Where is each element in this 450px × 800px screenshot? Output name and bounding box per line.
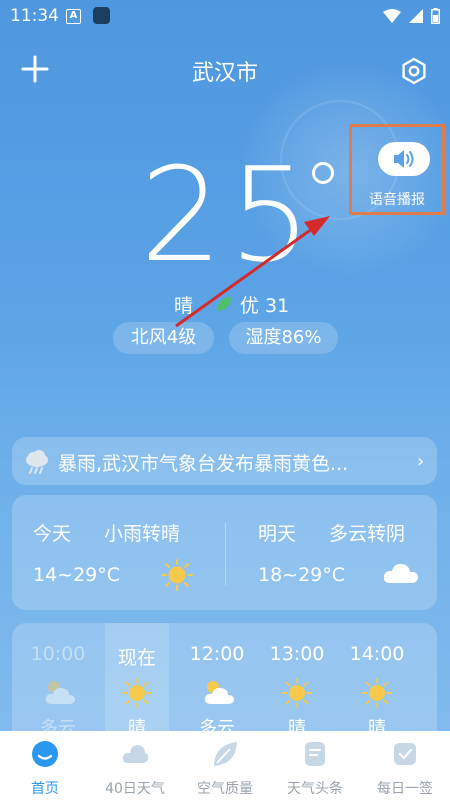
nav-label: 天气头条: [287, 781, 343, 797]
today-label: 今天: [33, 523, 72, 545]
tomorrow-label: 明天: [258, 523, 297, 545]
degree-symbol: [312, 162, 334, 184]
home-icon: [32, 741, 58, 767]
news-icon: [305, 742, 325, 766]
nav-label: 首页: [31, 781, 59, 797]
chevron-right-icon: ›: [417, 451, 425, 472]
air-quality-index[interactable]: 优 31: [240, 291, 289, 318]
signal-icon: [409, 9, 423, 23]
partly-cloudy-icon: [204, 681, 234, 704]
today-range: 14~29°C: [33, 564, 121, 586]
nav-item-daily-card[interactable]: 每日一签: [360, 731, 450, 800]
forecast-divider: [225, 523, 226, 585]
nav-item-home[interactable]: 首页: [0, 731, 90, 800]
rain-cloud-icon: [26, 450, 48, 474]
tomorrow-condition: 多云转阴: [329, 523, 406, 545]
notification-a-icon: A: [66, 9, 81, 24]
sun-icon: [361, 677, 393, 709]
current-temperature: 25: [140, 139, 318, 291]
humidity-chip: 湿度86%: [229, 322, 338, 354]
hour-item[interactable]: 14:00 晴: [345, 623, 409, 743]
two-day-forecast-card[interactable]: 今天 小雨转晴 14~29°C 明天 多云转阴 18~29°C: [12, 495, 437, 610]
city-title[interactable]: 武汉市: [0, 55, 450, 87]
tomorrow-range: 18~29°C: [258, 564, 346, 586]
hour-time: 14:00: [349, 643, 405, 665]
sun-icon: [161, 559, 193, 591]
today-condition: 小雨转晴: [104, 523, 181, 545]
hour-item[interactable]: 13:00 晴: [265, 623, 329, 743]
wifi-icon: [383, 9, 401, 23]
nav-label: 每日一签: [377, 781, 433, 797]
partly-cloudy-icon: [45, 681, 75, 704]
settings-gear-icon[interactable]: [400, 57, 428, 85]
voice-pill: [378, 142, 430, 176]
alert-text: 暴雨,武汉市气象台发布暴雨黄色...: [58, 453, 349, 475]
nav-item-air-quality[interactable]: 空气质量: [180, 731, 270, 800]
hour-time: 现在: [117, 647, 156, 669]
status-time: 11:34: [10, 6, 59, 26]
wind-chip: 北风4级: [113, 322, 214, 354]
leaf-icon: [214, 742, 237, 766]
nav-item-headlines[interactable]: 天气头条: [270, 731, 360, 800]
voice-broadcast-label: 语音播报: [369, 192, 425, 208]
sun-icon: [281, 677, 313, 709]
leaf-icon: [217, 297, 231, 311]
hour-time: 12:00: [189, 643, 245, 665]
hour-time: 10:00: [30, 643, 86, 665]
cloud-icon: [383, 563, 418, 583]
hour-time: 13:00: [269, 643, 325, 665]
sun-icon: [121, 677, 153, 709]
daily-card-icon: [394, 743, 416, 765]
calendar-cloud-icon: [122, 745, 149, 763]
hourly-forecast[interactable]: 10:00 多云 现在 晴 12:00 多云 13:00 晴 14:00 晴: [12, 623, 437, 743]
notification-app-icon: [93, 7, 110, 24]
battery-icon: [431, 8, 440, 24]
nav-label: 空气质量: [197, 781, 253, 797]
nav-label: 40日天气: [105, 781, 165, 797]
voice-broadcast-button[interactable]: 语音播报: [349, 124, 445, 215]
bottom-navigation: 首页 40日天气 空气质量 天气头条 每日一签: [0, 731, 450, 800]
weather-alert-banner[interactable]: 暴雨,武汉市气象台发布暴雨黄色... ›: [12, 437, 437, 485]
status-bar: 11:34 A: [0, 0, 450, 32]
hour-item[interactable]: 12:00 多云: [185, 623, 249, 743]
nav-item-40-day[interactable]: 40日天气: [90, 731, 180, 800]
current-condition: 晴: [174, 295, 194, 317]
hour-item-now[interactable]: 现在 晴: [105, 623, 169, 743]
hour-item[interactable]: 10:00 多云: [26, 623, 90, 743]
speaker-icon: [394, 150, 414, 168]
